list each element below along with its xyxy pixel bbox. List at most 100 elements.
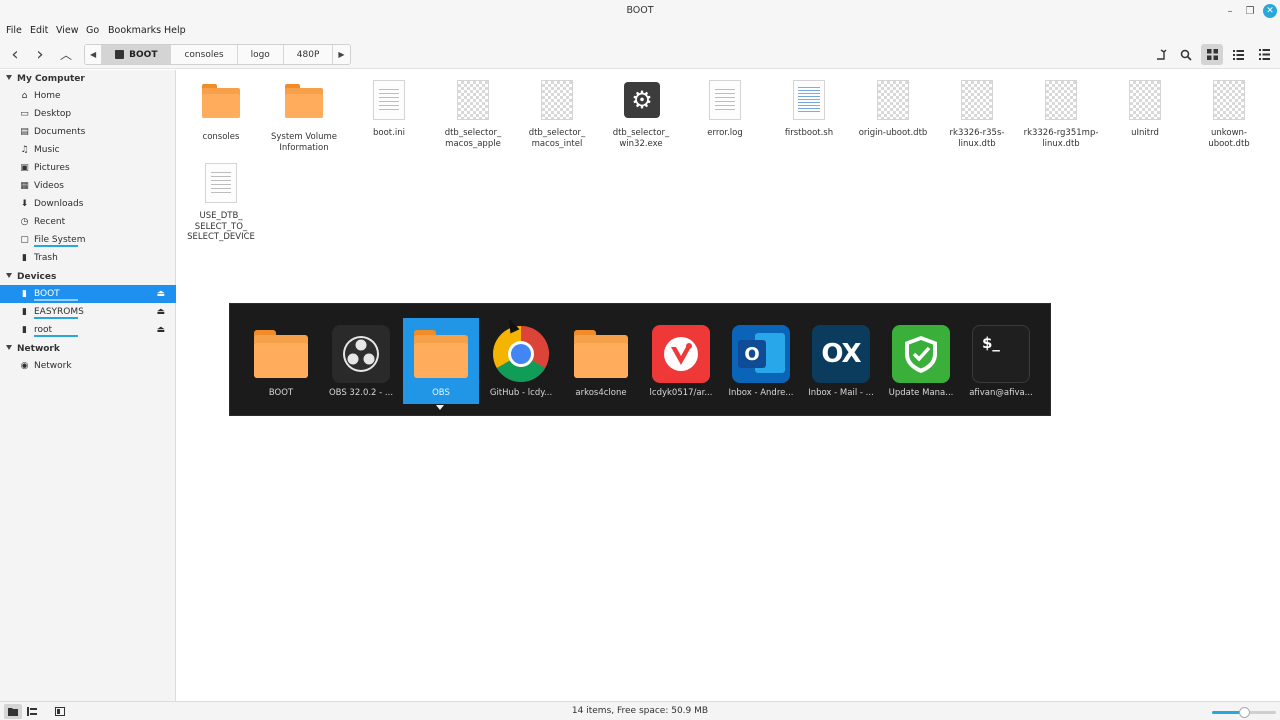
sidebar-item-home[interactable]: ⌂ Home <box>0 87 176 105</box>
file-name: unkown-uboot.dtb <box>1208 128 1250 149</box>
sidebar-item-file-system[interactable]: ▢ File System <box>0 231 176 249</box>
sidebar-item-music[interactable]: ♫ Music <box>0 141 176 159</box>
binary-file-icon <box>961 80 993 120</box>
file-item-boot-ini[interactable]: boot.ini <box>349 80 429 139</box>
breadcrumb-logo[interactable]: logo <box>237 45 284 64</box>
file-item-firstboot-sh[interactable]: firstboot.sh <box>769 80 849 139</box>
script-file-icon <box>793 80 825 120</box>
eject-icon[interactable]: ⏏ <box>156 325 165 335</box>
folder-icon <box>285 84 323 118</box>
file-item-unkown-uboot-dtb[interactable]: unkown-uboot.dtb <box>1189 80 1269 149</box>
terminal-icon: $_ <box>972 325 1030 383</box>
menu-go[interactable]: Go <box>86 25 99 36</box>
eject-icon[interactable]: ⏏ <box>156 307 165 317</box>
file-item-rk3326-rg351mp-linux-dtb[interactable]: rk3326-rg351mp-linux.dtb <box>1021 80 1101 149</box>
file-item-dtb-selector-win32-exe[interactable]: ⚙ dtb_selector_ win32.exe <box>601 80 681 149</box>
forward-button[interactable]: › <box>29 44 51 65</box>
file-name: boot.ini <box>373 128 405 138</box>
sidebar-item-easyroms[interactable]: ▮ EASYROMS ⏏ <box>0 303 176 321</box>
menu-edit[interactable]: Edit <box>30 25 48 36</box>
compact-view-button[interactable] <box>1253 44 1275 65</box>
file-item-error-log[interactable]: error.log <box>685 80 765 139</box>
sidebar-item-network[interactable]: ◉ Network <box>0 357 176 375</box>
sidebar-item-boot[interactable]: ▮ BOOT ⏏ <box>0 285 176 303</box>
expander-icon <box>6 75 12 80</box>
zoom-slider-handle[interactable] <box>1239 707 1250 718</box>
switcher-item-chrome-github[interactable]: GitHub - lcdy... <box>483 318 559 404</box>
switcher-item-boot[interactable]: BOOT <box>243 318 319 404</box>
sidebar-item-downloads[interactable]: ⬇ Downloads <box>0 195 176 213</box>
window-switcher: BOOT OBS 32.0.2 - ... OBS GitHub - lcdy.… <box>229 303 1051 416</box>
sidebar-item-documents[interactable]: ▤ Documents <box>0 123 176 141</box>
switcher-item-label: BOOT <box>268 388 294 398</box>
breadcrumb-label: BOOT <box>129 49 158 60</box>
sidebar-item-trash[interactable]: ▮ Trash <box>0 249 176 267</box>
section-label: My Computer <box>17 74 85 84</box>
switcher-item-obs-folder[interactable]: OBS <box>403 318 479 404</box>
toolbar: ‹ › ︿ ◀ BOOT consoles logo 480P ▶ <box>0 40 1280 69</box>
icon-view-button[interactable] <box>1201 44 1223 65</box>
file-item-use-dtb-select-to-select-device[interactable]: USE_DTB_ SELECT_TO_ SELECT_DEVICE <box>181 163 261 243</box>
sidebar-section-my-computer[interactable]: My Computer <box>6 74 85 84</box>
search-icon[interactable] <box>1175 44 1197 65</box>
sidebar-item-root[interactable]: ▮ root ⏏ <box>0 321 176 339</box>
drive-icon: ▮ <box>22 289 27 299</box>
section-label: Network <box>17 344 60 354</box>
zoom-slider[interactable] <box>1212 707 1276 718</box>
sidebar-section-devices[interactable]: Devices <box>6 272 56 282</box>
file-item-consoles[interactable]: consoles <box>181 80 261 143</box>
binary-file-icon <box>1129 80 1161 120</box>
switcher-item-label: GitHub - lcdy... <box>489 388 553 398</box>
file-item-rk3326-r35s-linux-dtb[interactable]: rk3326-r35s-linux.dtb <box>937 80 1017 149</box>
breadcrumb-left-arrow[interactable]: ◀ <box>85 45 103 64</box>
sidebar-section-network[interactable]: Network <box>6 344 60 354</box>
file-item-dtb-selector-macos-apple[interactable]: dtb_selector_ macos_apple <box>433 80 513 149</box>
sidebar-item-recent[interactable]: ◷ Recent <box>0 213 176 231</box>
up-button[interactable]: ︿ <box>55 44 77 64</box>
switcher-item-terminal[interactable]: $_ afivan@afiva... <box>963 318 1039 404</box>
menu-view[interactable]: View <box>56 25 79 36</box>
documents-icon: ▤ <box>20 127 29 137</box>
sidebar-item-label: root <box>34 325 53 335</box>
binary-file-icon <box>541 80 573 120</box>
breadcrumb-boot[interactable]: BOOT <box>102 45 172 64</box>
videos-icon: ▦ <box>20 181 29 191</box>
file-item-system-volume-information[interactable]: System Volume Information <box>264 80 344 153</box>
eject-icon[interactable]: ⏏ <box>156 289 165 299</box>
sidebar-item-videos[interactable]: ▦ Videos <box>0 177 176 195</box>
minimize-button[interactable]: – <box>1222 3 1238 19</box>
file-item-dtb-selector-macos-intel[interactable]: dtb_selector_ macos_intel <box>517 80 597 149</box>
sidebar-item-pictures[interactable]: ▣ Pictures <box>0 159 176 177</box>
switcher-item-obs-studio[interactable]: OBS 32.0.2 - ... <box>323 318 399 404</box>
file-item-uinitrd[interactable]: uInitrd <box>1105 80 1185 139</box>
switcher-item-vivaldi[interactable]: lcdyk0517/ar... <box>643 318 719 404</box>
toggle-location-icon[interactable] <box>1150 44 1172 65</box>
list-view-button[interactable] <box>1227 44 1249 65</box>
switcher-item-outlook[interactable]: O Inbox - Andre... <box>723 318 799 404</box>
usage-bar <box>34 299 78 301</box>
home-icon: ⌂ <box>21 91 28 101</box>
breadcrumb-consoles[interactable]: consoles <box>171 45 238 64</box>
menu-file[interactable]: File <box>6 25 22 36</box>
outlook-letter: O <box>738 340 766 368</box>
switcher-item-label: lcdyk0517/ar... <box>649 388 713 398</box>
maximize-button[interactable]: ❐ <box>1242 3 1258 19</box>
breadcrumb-right-arrow[interactable]: ▶ <box>333 45 350 64</box>
switcher-item-arkos4clone[interactable]: arkos4clone <box>563 318 639 404</box>
close-button[interactable]: ✕ <box>1263 4 1277 18</box>
menu-bookmarks[interactable]: Bookmarks <box>108 25 161 36</box>
breadcrumb-480p[interactable]: 480P <box>283 45 334 64</box>
file-item-origin-uboot-dtb[interactable]: origin-uboot.dtb <box>853 80 933 139</box>
shield-icon <box>892 325 950 383</box>
switcher-item-label: OBS 32.0.2 - ... <box>328 388 394 398</box>
expander-icon <box>6 345 12 350</box>
text-file-icon <box>709 80 741 120</box>
menu-help[interactable]: Help <box>164 25 186 36</box>
downloads-icon: ⬇ <box>20 199 29 209</box>
switcher-item-ox-mail[interactable]: OX Inbox - Mail - ... <box>803 318 879 404</box>
text-file-icon <box>373 80 405 120</box>
switcher-item-update-manager[interactable]: Update Mana... <box>883 318 959 404</box>
status-bar: 14 items, Free space: 50.9 MB <box>0 701 1280 720</box>
sidebar-item-desktop[interactable]: ▭ Desktop <box>0 105 176 123</box>
back-button[interactable]: ‹ <box>4 44 26 65</box>
